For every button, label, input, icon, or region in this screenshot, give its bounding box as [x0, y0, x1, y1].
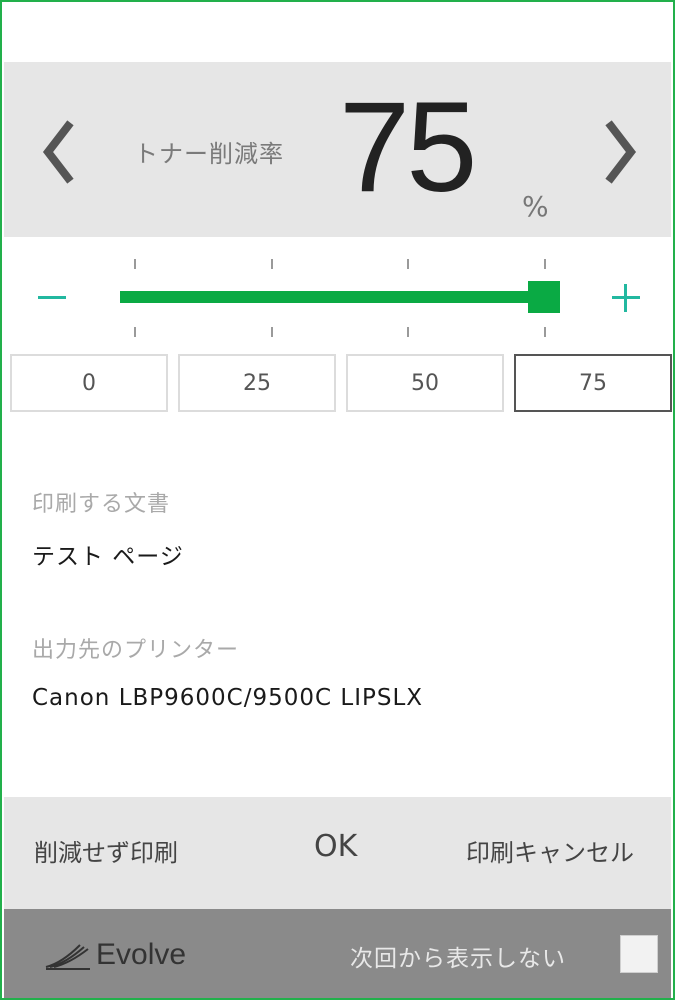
preset-button-0[interactable]: 0 [10, 354, 168, 412]
slider-tick [270, 327, 273, 337]
evolve-logo: Evolve [42, 937, 186, 973]
preset-buttons: 0 25 50 75 [10, 354, 672, 414]
print-without-reduction-button[interactable]: 削減せず印刷 [34, 833, 178, 868]
preset-button-75[interactable]: 75 [514, 354, 672, 412]
slider-tick [134, 327, 136, 337]
slider-tick [134, 259, 136, 269]
toner-rate-unit: % [522, 190, 549, 223]
toner-rate-value: 75 [339, 76, 477, 219]
plus-icon[interactable] [608, 280, 644, 316]
slider-track-fill [120, 291, 544, 303]
preset-button-50[interactable]: 50 [346, 354, 504, 412]
minus-icon[interactable] [34, 280, 70, 316]
chevron-left-icon[interactable] [34, 112, 84, 192]
dont-show-again-checkbox[interactable] [620, 935, 658, 973]
chevron-right-icon[interactable] [595, 112, 645, 192]
toner-rate-label: トナー削減率 [134, 140, 284, 168]
document-label: 印刷する文書 [32, 492, 171, 517]
slider-tick [544, 327, 546, 337]
printer-label: 出力先のプリンター [32, 638, 240, 663]
toner-dialog: トナー削減率 75 % 0 25 50 75 印刷する文書 テスト ページ 出力先のプ… [0, 0, 675, 1000]
slider-tick [407, 259, 410, 269]
slider-tick [544, 259, 546, 269]
brand-name: Evolve [96, 938, 187, 971]
action-bar: 削減せず印刷 OK 印刷キャンセル [4, 797, 671, 909]
slider-thumb[interactable] [528, 281, 560, 313]
dont-show-again-label: 次回から表示しない [350, 946, 566, 972]
toner-rate-slider[interactable] [4, 242, 671, 347]
cancel-print-button[interactable]: 印刷キャンセル [466, 833, 634, 868]
ok-button[interactable]: OK [314, 829, 357, 864]
evolve-logo-icon [45, 944, 90, 970]
toner-rate-header: トナー削減率 75 % [4, 62, 671, 237]
slider-tick [407, 327, 410, 337]
slider-tick [270, 259, 273, 269]
preset-button-25[interactable]: 25 [178, 354, 336, 412]
footer: Evolve 次回から表示しない [4, 909, 671, 998]
document-value: テスト ページ [32, 544, 184, 570]
printer-value: Canon LBP9600C/9500C LIPSLX [32, 685, 424, 711]
